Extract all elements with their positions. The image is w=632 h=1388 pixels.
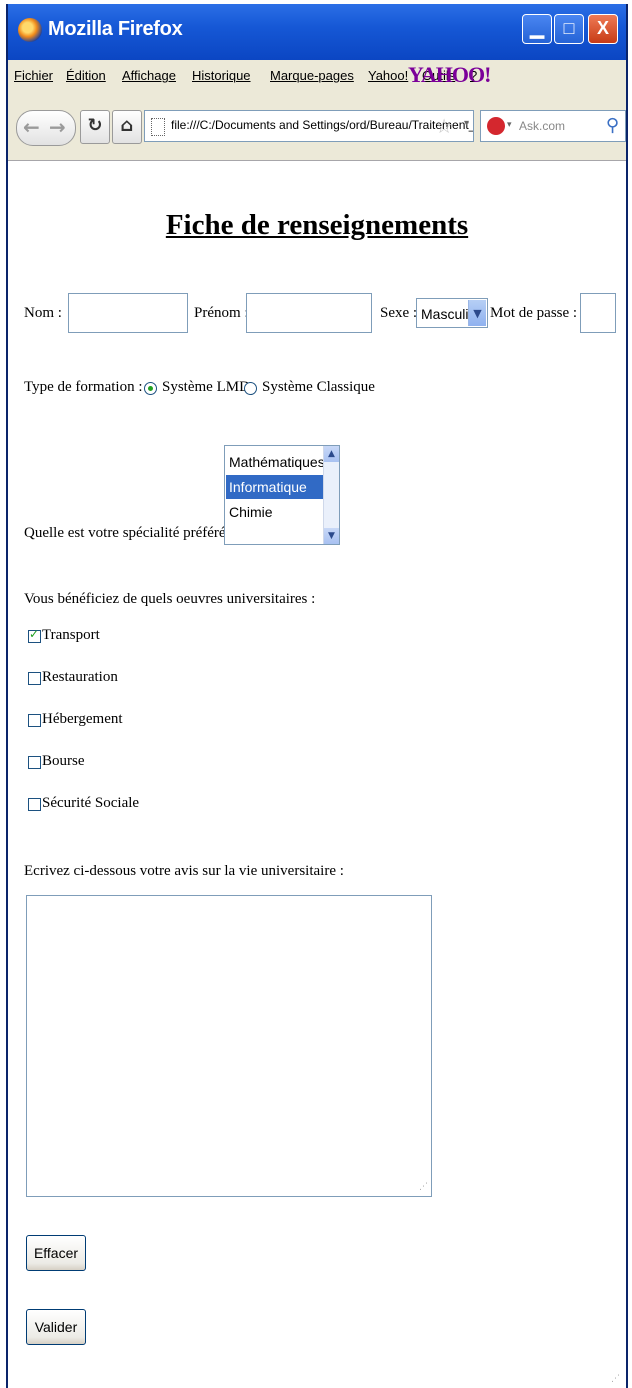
navigation-toolbar: ← → ↻ ⌂ file:///C:/Documents and Setting… — [8, 96, 626, 161]
yahoo-logo[interactable]: YAHOO! — [408, 62, 491, 88]
prenom-label: Prénom : — [194, 305, 249, 321]
window-resize-grip-icon[interactable]: ⋰ — [611, 1374, 620, 1384]
firefox-icon — [18, 18, 42, 42]
reload-icon: ↻ — [87, 115, 103, 136]
search-input[interactable]: Ask.com — [519, 119, 565, 133]
sexe-label: Sexe : — [380, 305, 418, 321]
maximize-button[interactable]: □ — [554, 14, 584, 44]
scroll-down-icon[interactable]: ▼ — [324, 528, 339, 544]
sexe-select[interactable]: Masculin ▼ — [416, 298, 488, 328]
ask-engine-icon[interactable] — [487, 117, 505, 135]
option-mathematiques[interactable]: Mathématiques — [226, 450, 325, 474]
checkbox-securite-sociale[interactable] — [28, 798, 41, 811]
search-icon[interactable]: ⚲ — [606, 115, 619, 136]
engine-dropdown-icon[interactable]: ▾ — [507, 120, 512, 130]
radio-lmd-label: Système LMD — [162, 379, 250, 395]
radio-systeme-classique[interactable] — [244, 382, 257, 395]
bourse-label: Bourse — [42, 753, 85, 769]
option-informatique[interactable]: Informatique — [226, 475, 323, 499]
forward-arrow-icon[interactable]: → — [49, 115, 66, 139]
checkbox-bourse[interactable] — [28, 756, 41, 769]
back-arrow-icon[interactable]: ← — [23, 115, 40, 139]
avis-label: Ecrivez ci-dessous votre avis sur la vie… — [24, 863, 344, 879]
url-dropdown-icon[interactable]: ▾ — [464, 118, 469, 129]
checkbox-transport[interactable] — [28, 627, 41, 643]
back-forward-buttons[interactable]: ← → — [16, 110, 76, 146]
restauration-label: Restauration — [42, 669, 118, 685]
formation-label: Type de formation : — [24, 379, 143, 395]
oeuvres-label: Vous bénéficiez de quels oeuvres univers… — [24, 591, 316, 607]
window-title: Mozilla Firefox — [48, 18, 183, 40]
page-content: Fiche de renseignements Nom : Prénom : S… — [8, 161, 626, 1388]
listbox-scrollbar[interactable]: ▲ ▼ — [323, 446, 339, 544]
close-button[interactable]: X — [588, 14, 618, 44]
search-bar[interactable]: ▾ Ask.com ⚲ — [480, 110, 626, 142]
home-button[interactable]: ⌂ — [112, 110, 142, 144]
bookmark-star-icon[interactable]: ☆ — [435, 114, 453, 138]
password-input[interactable] — [580, 293, 616, 333]
url-bar[interactable]: file:///C:/Documents and Settings/ord/Bu… — [144, 110, 474, 142]
page-title: Fiche de renseignements — [165, 209, 469, 241]
menu-affichage[interactable]: Affichage — [122, 68, 176, 83]
minimize-button[interactable]: ▁ — [522, 14, 552, 44]
radio-classique-label: Système Classique — [262, 379, 375, 395]
menu-historique[interactable]: Historique — [192, 68, 251, 83]
menu-edition[interactable]: Édition — [66, 68, 106, 83]
specialite-label: Quelle est votre spécialité préférée ? — [24, 525, 243, 541]
password-label: Mot de passe : — [490, 305, 578, 321]
option-chimie[interactable]: Chimie — [226, 500, 323, 524]
valider-button[interactable]: Valider — [26, 1309, 86, 1345]
checkbox-hebergement[interactable] — [28, 714, 41, 727]
securite-sociale-label: Sécurité Sociale — [42, 795, 140, 811]
resize-grip-icon[interactable]: ⋰ — [419, 1182, 428, 1192]
radio-systeme-lmd[interactable] — [144, 382, 157, 395]
browser-window: Mozilla Firefox ▁ □ X Fichier Édition Af… — [6, 4, 628, 1388]
hebergement-label: Hébergement — [42, 711, 123, 727]
title-bar: Mozilla Firefox ▁ □ X — [8, 4, 626, 61]
nom-input[interactable] — [68, 293, 188, 333]
checkbox-restauration[interactable] — [28, 672, 41, 685]
menu-yahoo[interactable]: Yahoo! — [368, 68, 408, 83]
home-icon: ⌂ — [120, 115, 134, 136]
menu-fichier[interactable]: Fichier — [14, 68, 53, 83]
page-icon — [151, 118, 165, 136]
prenom-input[interactable] — [246, 293, 372, 333]
specialite-listbox[interactable]: Mathématiques Informatique Chimie ▲ ▼ — [224, 445, 340, 545]
chevron-down-icon[interactable]: ▼ — [468, 300, 486, 326]
menu-bar: Fichier Édition Affichage Historique Mar… — [8, 60, 626, 96]
nom-label: Nom : — [24, 305, 62, 321]
effacer-button[interactable]: Effacer — [26, 1235, 86, 1271]
scroll-up-icon[interactable]: ▲ — [324, 446, 339, 462]
url-text[interactable]: file:///C:/Documents and Settings/ord/Bu… — [171, 118, 473, 132]
menu-marque-pages[interactable]: Marque-pages — [270, 68, 354, 83]
reload-button[interactable]: ↻ — [80, 110, 110, 144]
transport-label: Transport — [42, 627, 100, 643]
avis-textarea[interactable]: ⋰ — [26, 895, 432, 1197]
